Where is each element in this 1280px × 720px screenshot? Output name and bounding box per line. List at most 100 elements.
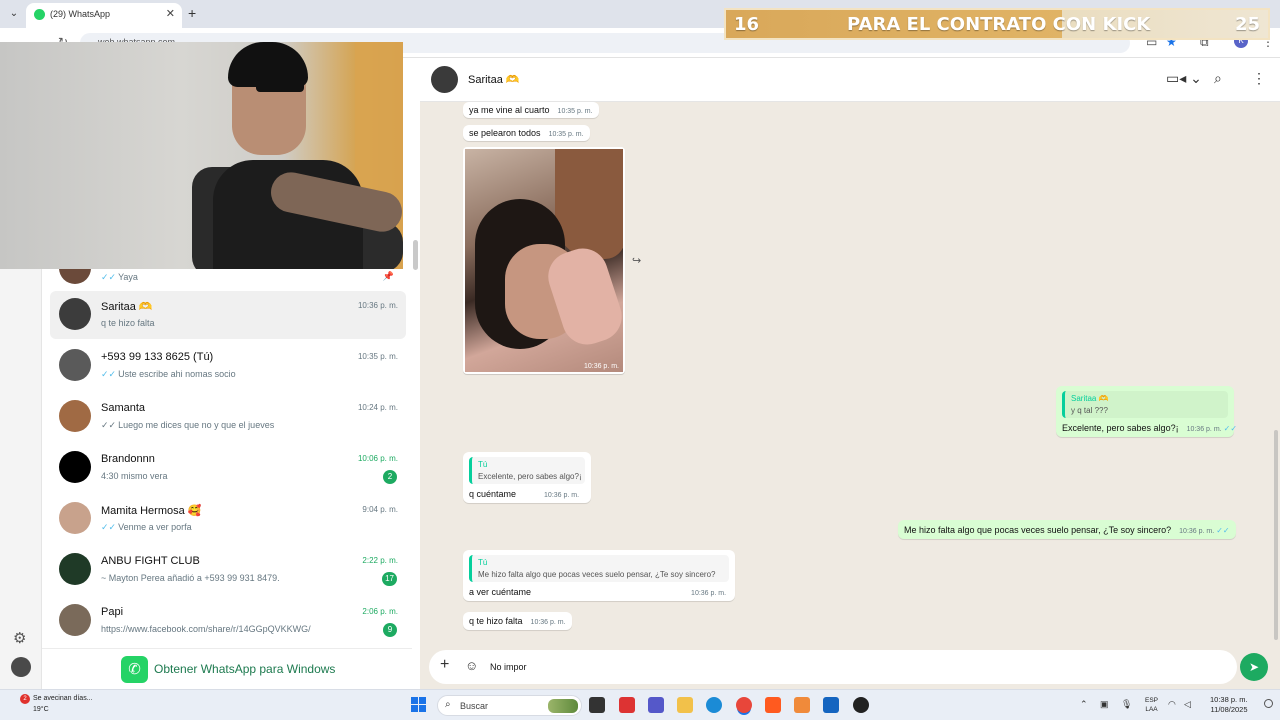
windows-start-icon[interactable]: [411, 697, 427, 713]
message-text: ya me vine al cuarto: [469, 105, 550, 115]
my-profile-avatar[interactable]: [11, 657, 31, 677]
teams-icon[interactable]: [648, 697, 664, 713]
conversation-panel: Saritaa 🫶 ▭◂ ⌄ ⌕ ⋮ ya me vine al cuarto 1…: [420, 58, 1280, 689]
app-icon[interactable]: [794, 697, 810, 713]
whatsapp-logo-icon: ✆: [121, 656, 148, 683]
chat-time: 10:06 p. m.: [357, 454, 398, 463]
sticker-icon[interactable]: ☺: [465, 658, 478, 673]
chat-list-item-active[interactable]: Saritaa 🫶 10:36 p. m. q te hizo falta: [50, 291, 406, 339]
tray-icon[interactable]: ▣: [1100, 699, 1109, 710]
message-outgoing-reply[interactable]: Saritaa 🫶 y q tal ??? Excelente, pero sa…: [1056, 386, 1237, 437]
edge-icon[interactable]: [706, 697, 722, 713]
message-outgoing[interactable]: Me hizo falta algo que pocas veces suelo…: [898, 520, 1236, 539]
webcam-overlay: [0, 42, 403, 269]
chat-list-item[interactable]: Samanta 10:24 p. m. ✓✓ Luego me dices que…: [50, 393, 406, 441]
contact-avatar: [59, 349, 91, 381]
photo[interactable]: [465, 149, 623, 372]
microphone-icon[interactable]: 🎙: [1121, 699, 1132, 710]
chat-list-item[interactable]: Brandonnn 10:06 p. m. 4:30 mismo vera 2: [50, 444, 406, 492]
conversation-title[interactable]: Saritaa 🫶: [468, 73, 520, 86]
search-highlight-image: [548, 699, 578, 713]
message-incoming-reply[interactable]: Tú Excelente, pero sabes algo?¡ q cuénta…: [463, 452, 591, 503]
tray-chevron-icon[interactable]: ⌃: [1080, 699, 1088, 710]
message-incoming-reply[interactable]: Tú Me hizo falta algo que pocas veces su…: [463, 550, 735, 601]
task-view-icon[interactable]: [589, 697, 605, 713]
unread-badge: 2: [383, 470, 397, 484]
contact-avatar: [59, 604, 91, 636]
contact-avatar: [59, 502, 91, 534]
get-whatsapp-label: Obtener WhatsApp para Windows: [154, 662, 336, 676]
chat-name: Papi: [101, 606, 124, 618]
video-call-icon[interactable]: ▭◂ ⌄: [1166, 70, 1202, 87]
tab-close-button[interactable]: ✕: [166, 7, 175, 20]
app-icon[interactable]: [619, 697, 635, 713]
message-text: a ver cuéntame: [469, 587, 532, 597]
forward-icon[interactable]: ↪: [632, 254, 641, 267]
chat-preview: 4:30 mismo vera: [101, 471, 168, 481]
message-composer: + ☺ No impor ➤: [420, 646, 1280, 689]
get-whatsapp-windows-link[interactable]: ✆ Obtener WhatsApp para Windows: [42, 648, 412, 689]
message-time: 10:36 p. m.: [1179, 528, 1215, 535]
volume-icon[interactable]: ◁: [1184, 699, 1191, 710]
banner-text: PARA EL CONTRATO CON KICK: [847, 14, 1151, 35]
app-icon[interactable]: [853, 697, 869, 713]
notification-bell-icon[interactable]: [1264, 699, 1273, 708]
quoted-author: Tú: [478, 460, 488, 469]
send-button[interactable]: ➤: [1240, 653, 1268, 681]
chat-preview: ~ Mayton Perea añadió a +593 99 931 8479…: [101, 573, 280, 583]
quoted-message[interactable]: Tú Me hizo falta algo que pocas veces su…: [469, 555, 729, 582]
tab-search-chevron-icon[interactable]: ⌄: [6, 6, 22, 22]
chat-list-item[interactable]: ✓✓ Yaya 📌: [50, 269, 406, 293]
message-incoming[interactable]: se pelearon todos 10:35 p. m.: [463, 125, 590, 141]
read-ticks-icon: ✓✓: [101, 369, 117, 379]
attach-plus-icon[interactable]: +: [440, 656, 449, 674]
chat-time: 10:35 p. m.: [357, 352, 398, 361]
message-time: 10:36 p. m.: [530, 619, 566, 626]
quoted-message[interactable]: Saritaa 🫶 y q tal ???: [1062, 391, 1228, 418]
file-explorer-icon[interactable]: [677, 697, 693, 713]
search-icon[interactable]: ⌕: [1214, 70, 1222, 87]
language-indicator[interactable]: ESP LAA: [1145, 696, 1158, 714]
quoted-author: Saritaa 🫶: [1071, 394, 1109, 403]
weather-text[interactable]: Se avecinan días...: [33, 695, 93, 702]
conversation-avatar[interactable]: [431, 66, 458, 93]
message-time: 10:35 p. m.: [557, 108, 593, 115]
settings-gear-icon[interactable]: ⚙: [13, 629, 26, 647]
nav-rail: ⚙: [0, 269, 42, 689]
message-text: q cuéntame: [469, 489, 517, 499]
taskbar-search-label: Buscar: [460, 701, 489, 711]
screen: ⌄ (29) WhatsApp ✕ + ← → ↻ web.whatsapp.c…: [0, 0, 1280, 720]
chat-preview: Uste escribe ahi nomas socio: [118, 369, 236, 379]
image-message[interactable]: 10:36 p. m.: [463, 147, 625, 374]
chrome-icon[interactable]: [736, 697, 752, 713]
chat-list-item[interactable]: Papi 2:06 p. m. https://www.facebook.com…: [50, 597, 406, 645]
weather-alert-icon[interactable]: 2: [20, 694, 30, 704]
chat-list-scrollbar[interactable]: [413, 240, 418, 270]
conversation-scrollbar[interactable]: [1274, 430, 1278, 640]
store-icon[interactable]: [823, 697, 839, 713]
clock-time: 10:38 p. m.: [1210, 695, 1248, 704]
chat-preview: Yaya: [118, 272, 138, 282]
message-time: 10:36 p. m.: [1186, 426, 1222, 433]
contact-avatar: [59, 451, 91, 483]
new-tab-button[interactable]: +: [188, 5, 196, 21]
chat-list-item[interactable]: ANBU FIGHT CLUB 2:22 p. m. ~ Mayton Pere…: [50, 546, 406, 594]
quoted-message[interactable]: Tú Excelente, pero sabes algo?¡: [469, 457, 585, 484]
message-input[interactable]: + ☺ No impor: [429, 650, 1237, 684]
taskbar-search[interactable]: ⌕ Buscar: [437, 695, 582, 716]
conversation-menu-icon[interactable]: ⋮: [1252, 70, 1266, 87]
chat-list-item[interactable]: Mamita Hermosa 🥰 9:04 p. m. ✓✓ Venme a ve…: [50, 495, 406, 543]
chat-time: 2:06 p. m.: [362, 607, 398, 616]
contact-avatar: [59, 298, 91, 330]
chat-list-item[interactable]: +593 99 133 8625 (Tú) 10:35 p. m. ✓✓ Uste…: [50, 342, 406, 390]
brave-icon[interactable]: [765, 697, 781, 713]
taskbar-clock[interactable]: 10:38 p. m. 11/08/2025: [1210, 695, 1248, 715]
wifi-icon[interactable]: ◠: [1168, 699, 1176, 710]
unread-badge: 17: [382, 572, 397, 586]
message-incoming[interactable]: ya me vine al cuarto 10:35 p. m.: [463, 102, 599, 118]
message-incoming[interactable]: q te hizo falta 10:36 p. m.: [463, 612, 572, 630]
browser-tab-whatsapp[interactable]: (29) WhatsApp ✕: [26, 3, 182, 28]
message-text: q te hizo falta: [469, 616, 523, 626]
chat-time: 9:04 p. m.: [362, 505, 398, 514]
conversation-header: Saritaa 🫶 ▭◂ ⌄ ⌕ ⋮: [420, 58, 1280, 102]
